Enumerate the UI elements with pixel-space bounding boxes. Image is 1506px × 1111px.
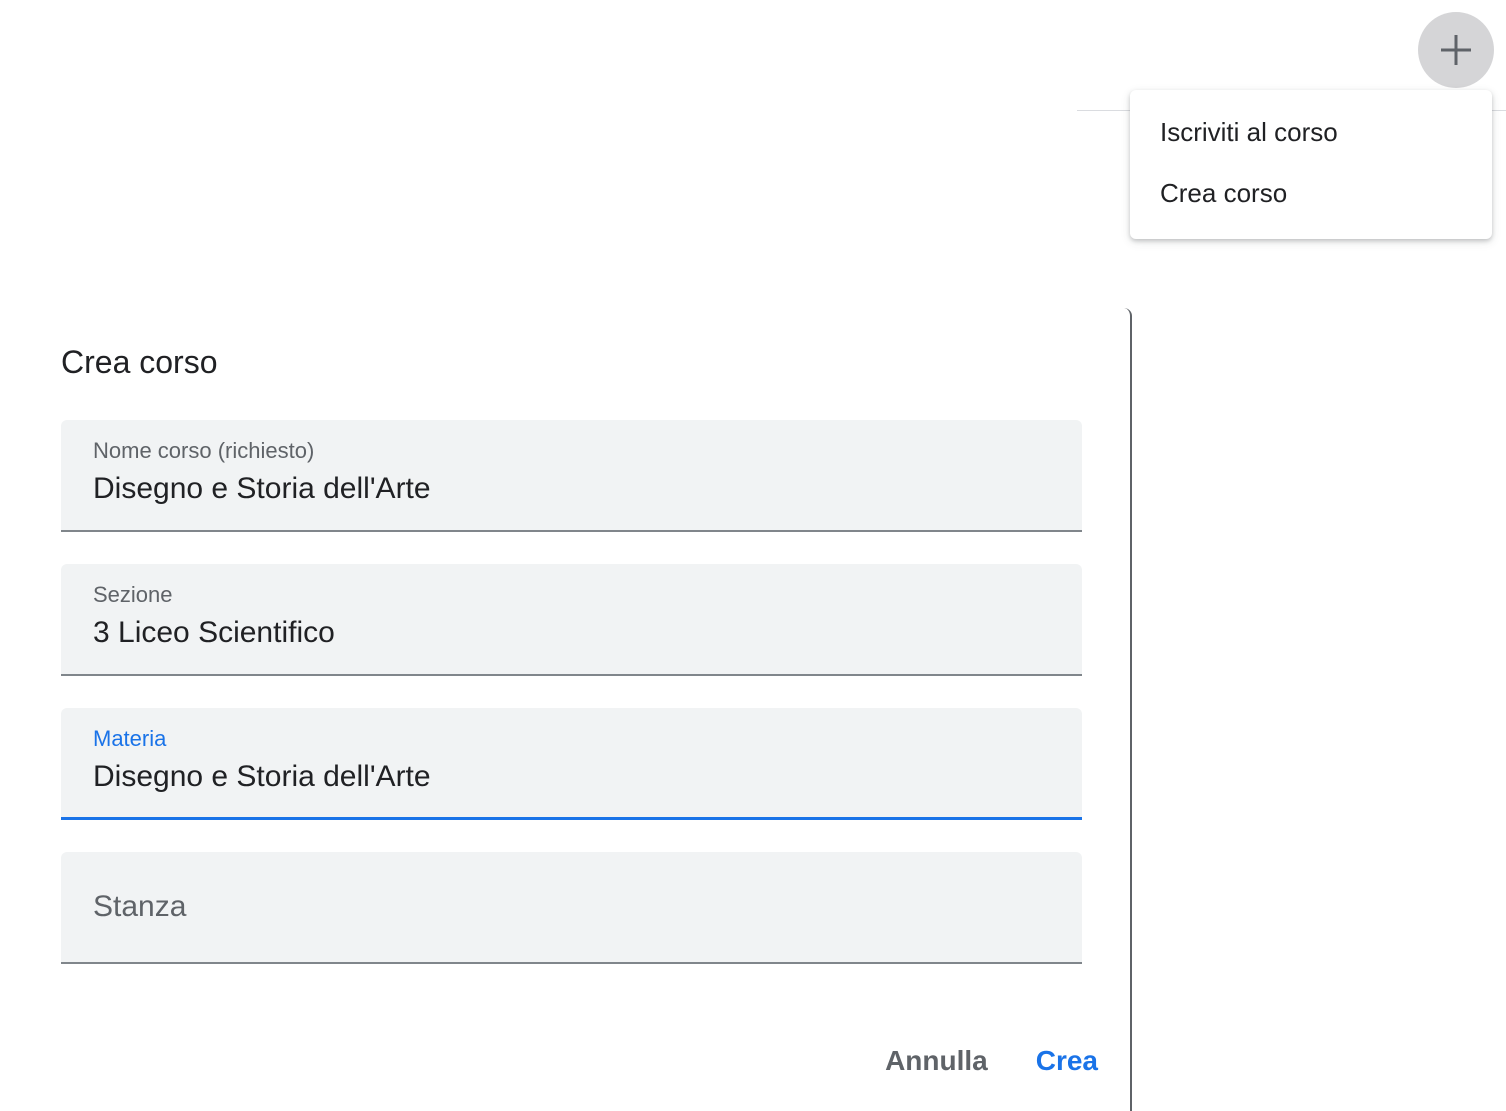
field-label: Materia	[93, 726, 167, 751]
menu-item-label: Iscriviti al corso	[1160, 117, 1338, 147]
room-field[interactable]: Stanza	[61, 852, 1082, 964]
field-label: Sezione	[93, 582, 173, 607]
field-label: Nome corso (richiesto)	[93, 438, 315, 463]
menu-item-create-class[interactable]: Crea corso	[1130, 163, 1492, 224]
field-value: 3 Liceo Scientifico	[93, 616, 335, 649]
create-button[interactable]: Crea	[1036, 1045, 1098, 1077]
section-field[interactable]: Sezione 3 Liceo Scientifico	[61, 564, 1082, 676]
plus-icon	[1439, 33, 1473, 67]
class-name-field[interactable]: Nome corso (richiesto) Disegno e Storia …	[61, 420, 1082, 532]
field-placeholder: Stanza	[93, 890, 187, 923]
field-value: Disegno e Storia dell'Arte	[93, 472, 431, 505]
add-class-button[interactable]	[1418, 12, 1494, 88]
menu-item-label: Crea corso	[1160, 178, 1288, 208]
app-stage: Iscriviti al corso Crea corso Crea corso…	[0, 0, 1506, 1111]
dialog-actions: Annulla Crea	[885, 1045, 1098, 1077]
create-class-dialog: Crea corso Nome corso (richiesto) Disegn…	[12, 308, 1132, 1111]
menu-item-join-class[interactable]: Iscriviti al corso	[1130, 102, 1492, 163]
subject-field[interactable]: Materia Disegno e Storia dell'Arte	[61, 708, 1082, 820]
add-class-menu: Iscriviti al corso Crea corso	[1130, 90, 1492, 239]
dialog-title: Crea corso	[61, 344, 218, 380]
cancel-button[interactable]: Annulla	[885, 1045, 988, 1077]
field-value: Disegno e Storia dell'Arte	[93, 760, 431, 793]
